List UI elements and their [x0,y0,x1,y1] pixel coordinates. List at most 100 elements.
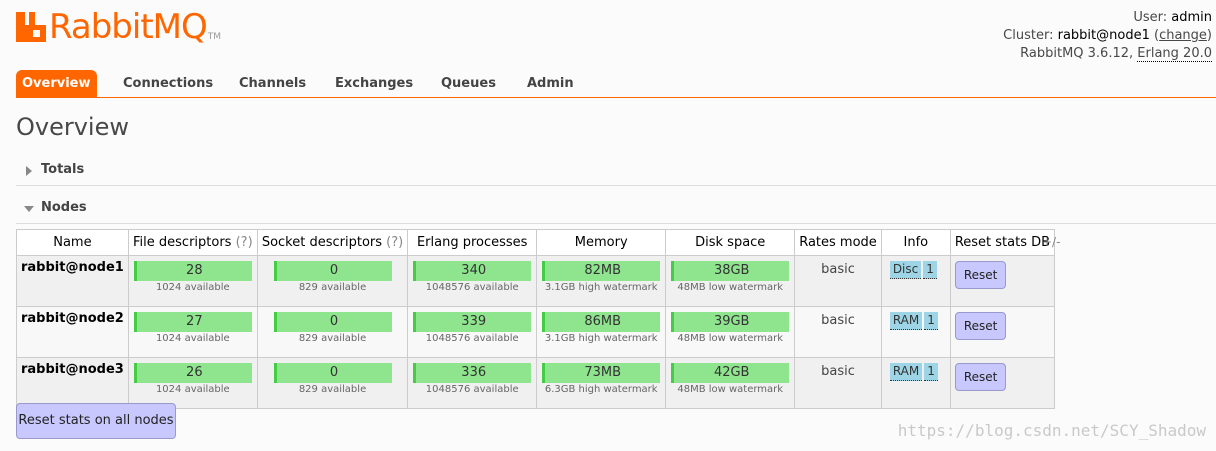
sd-cell: 0 829 available [256,357,409,409]
col-fd-label: File descriptors [133,235,232,250]
reset-all-nodes-button[interactable]: Reset stats on all nodes [16,403,176,439]
reset-button[interactable]: Reset [954,261,1007,289]
memory-bar: 86MB [542,312,661,332]
table-row: rabbit@node2 27 1024 available 0 829 avail… [16,306,1056,358]
collapse-arrow-icon [24,206,34,212]
rabbit-logo-icon [16,12,46,42]
rabbitmq-logo[interactable]: RabbitMQ TM [16,8,221,46]
node-count-badge[interactable]: 1 [923,261,937,279]
erlang-bar: 340 [413,261,532,281]
erlang-available: 1048576 available [425,384,519,395]
sd-bar: 0 [273,261,392,281]
erlang-cell: 340 1048576 available [407,255,538,307]
tab-connections[interactable]: Connections [123,70,213,97]
memory-watermark: 6.3GB high watermark [544,384,658,395]
disk-cell: 42GB 48MB low watermark [665,357,796,409]
col-erlang-processes: Erlang processes [407,229,538,256]
sd-help-link[interactable]: (?) [386,235,403,250]
node-count-badge[interactable]: 1 [924,363,938,381]
reset-button[interactable]: Reset [954,363,1007,391]
col-rates-mode: Rates mode [794,229,882,256]
erlang-version: Erlang 20.0 [1137,46,1212,62]
trademark: TM [207,32,222,42]
version-text: RabbitMQ 3.6.12, [1020,46,1134,61]
memory-bar: 73MB [542,363,661,383]
col-sd-label: Socket descriptors [261,235,383,250]
col-disk-space: Disk space [665,229,796,256]
node-type-badge[interactable]: Disc [889,261,922,279]
col-name: Name [16,229,129,256]
fd-available: 1024 available [155,384,230,395]
erlang-available: 1048576 available [425,282,519,293]
disk-cell: 38GB 48MB low watermark [665,255,796,307]
erlang-bar: 339 [413,312,532,332]
node-name-link[interactable]: rabbit@node2 [16,306,129,358]
rates-mode: basic [794,357,882,409]
brand-name: RabbitMQ [49,7,208,47]
change-cluster-link[interactable]: change [1159,28,1207,43]
disk-watermark: 48MB low watermark [677,333,784,344]
disk-bar: 42GB [671,363,790,383]
nodes-label: Nodes [41,200,87,215]
col-socket-descriptors: Socket descriptors (?) [256,229,409,256]
disk-cell: 39GB 48MB low watermark [665,306,796,358]
memory-cell: 82MB 3.1GB high watermark [536,255,667,307]
node-type-badge[interactable]: RAM [889,312,923,330]
nodes-section-header[interactable]: Nodes [16,195,1216,224]
tab-channels[interactable]: Channels [239,70,306,97]
main-tabs: Overview Connections Channels Exchanges … [16,70,1216,98]
disk-bar: 39GB [671,312,790,332]
sd-cell: 0 829 available [256,306,409,358]
node-name-link[interactable]: rabbit@node1 [16,255,129,307]
user-label: User: [1133,10,1168,25]
nodes-table: Name File descriptors (?) Socket descrip… [16,229,1056,409]
memory-cell: 86MB 3.1GB high watermark [536,306,667,358]
info-cell: RAM 1 [880,306,951,358]
disk-watermark: 48MB low watermark [677,282,784,293]
rates-mode: basic [794,255,882,307]
cluster-label: Cluster: [1003,28,1054,43]
fd-bar: 26 [133,363,252,383]
table-row: rabbit@node3 26 1024 available 0 829 avail… [16,357,1056,409]
node-type-badge[interactable]: RAM [889,363,923,381]
fd-help-link[interactable]: (?) [236,235,253,250]
fd-bar: 27 [133,312,252,332]
info-cell: Disc 1 [880,255,951,307]
tab-queues[interactable]: Queues [441,70,496,97]
memory-watermark: 3.1GB high watermark [544,333,658,344]
reset-cell: Reset [949,357,1056,409]
tab-admin[interactable]: Admin [527,70,574,97]
table-header-row: Name File descriptors (?) Socket descrip… [16,229,1056,256]
sd-available: 829 available [298,282,367,293]
status-panel: User: admin Cluster: rabbit@node1 (chang… [1003,10,1212,62]
user-name: admin [1171,10,1212,25]
erlang-bar: 336 [413,363,532,383]
disk-bar: 38GB [671,261,790,281]
watermark-text: https://blog.csdn.net/SCY_Shadow [897,421,1206,440]
info-cell: RAM 1 [880,357,951,409]
tab-exchanges[interactable]: Exchanges [335,70,413,97]
node-count-badge[interactable]: 1 [924,312,938,330]
sd-bar: 0 [273,363,392,383]
erlang-available: 1048576 available [425,333,519,344]
reset-cell: Reset [949,255,1056,307]
col-file-descriptors: File descriptors (?) [127,229,258,256]
rates-mode: basic [794,306,882,358]
erlang-cell: 336 1048576 available [407,357,538,409]
sd-available: 829 available [298,384,367,395]
totals-section-header[interactable]: Totals [16,157,1216,186]
fd-available: 1024 available [155,333,230,344]
node-name-link[interactable]: rabbit@node3 [16,357,129,409]
reset-button[interactable]: Reset [954,312,1007,340]
erlang-cell: 339 1048576 available [407,306,538,358]
col-reset-stats: Reset stats DB [949,229,1056,256]
col-memory: Memory [536,229,667,256]
tab-overview[interactable]: Overview [16,70,97,97]
memory-watermark: 3.1GB high watermark [544,282,658,293]
sd-cell: 0 829 available [256,255,409,307]
memory-bar: 82MB [542,261,661,281]
memory-cell: 73MB 6.3GB high watermark [536,357,667,409]
col-info: Info [880,229,951,256]
disk-watermark: 48MB low watermark [677,384,784,395]
column-toggle-link[interactable]: +/- [1042,235,1060,249]
